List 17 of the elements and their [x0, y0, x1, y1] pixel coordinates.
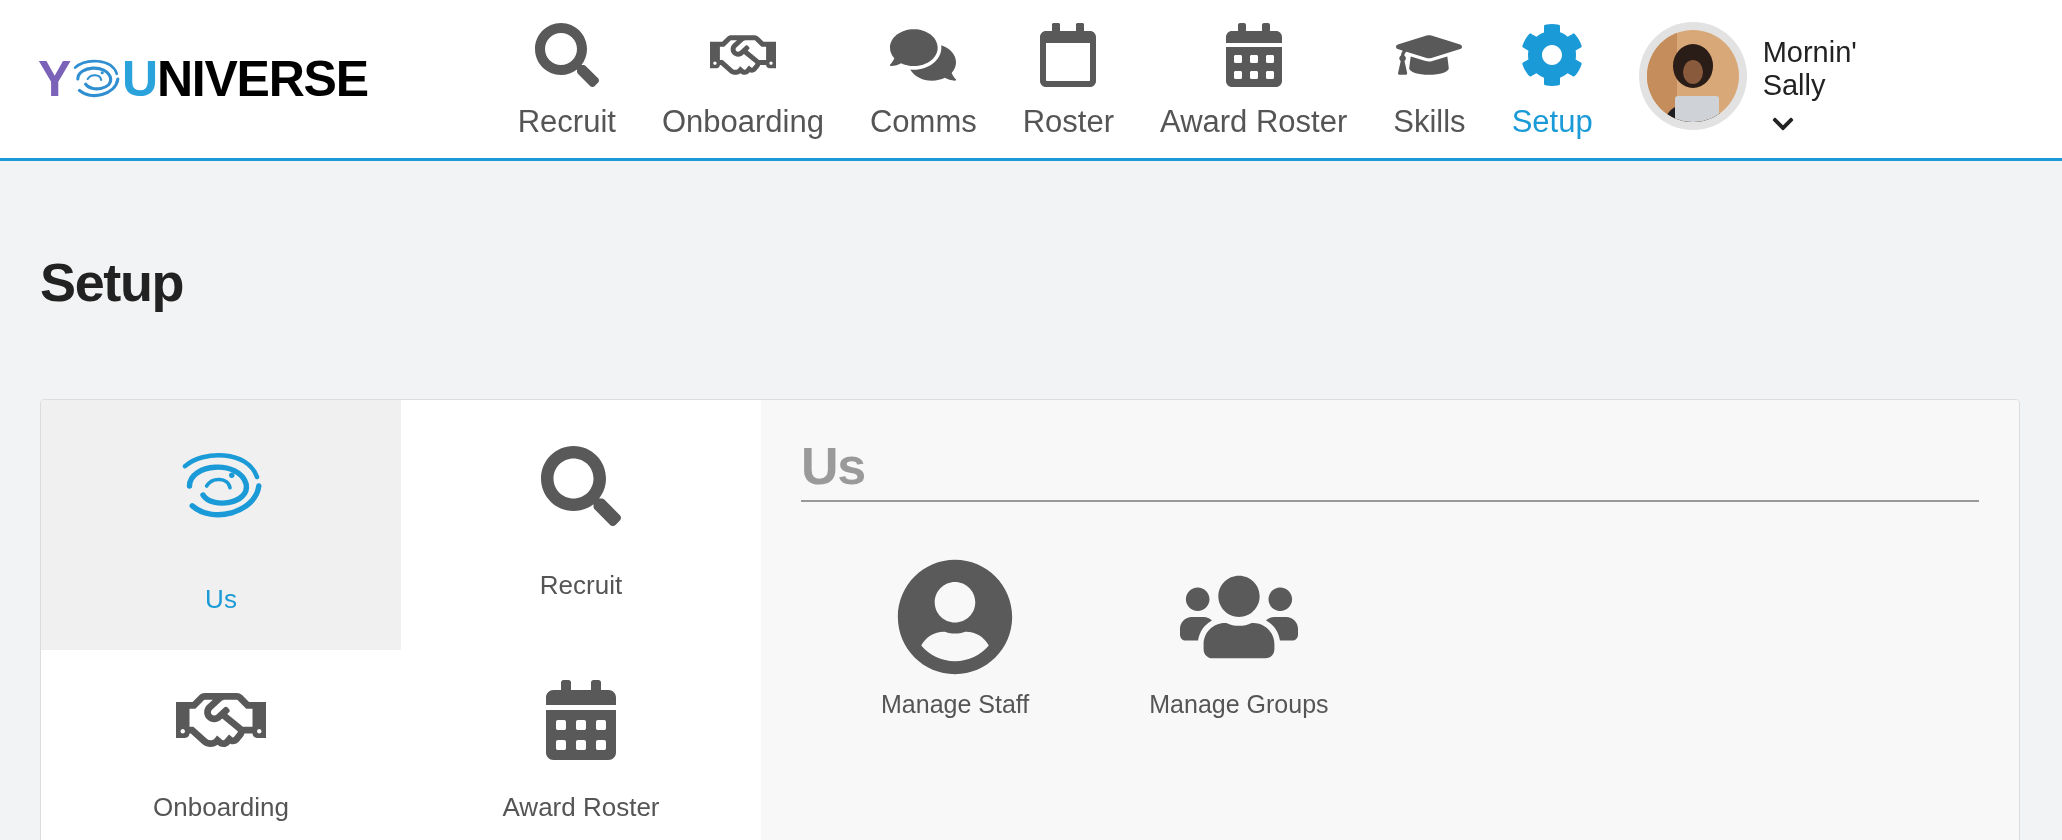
logo-text: NIVERSE: [156, 54, 368, 104]
greeting-text: Mornin': [1762, 36, 1857, 69]
logo[interactable]: Y UNIVERSE: [38, 54, 368, 104]
nav-tab[interactable]: Comms: [869, 22, 977, 146]
nav-tab[interactable]: Roster: [1022, 22, 1115, 146]
logo-letter: Y: [38, 54, 71, 104]
nav-tab[interactable]: Skills: [1393, 22, 1466, 146]
logo-letter: U: [122, 54, 157, 104]
user-name: Sally: [1762, 69, 1827, 102]
search-icon: [533, 22, 600, 87]
user-icon: [896, 558, 1015, 676]
nav-tab[interactable]: Onboarding: [661, 22, 824, 146]
panel-title: Us: [801, 440, 1979, 502]
action-tile[interactable]: Manage Staff: [881, 558, 1030, 724]
nav-tab[interactable]: Award Roster: [1160, 22, 1348, 146]
action-tile[interactable]: Manage Groups: [1149, 558, 1329, 724]
nav-tab[interactable]: Recruit: [517, 22, 616, 146]
